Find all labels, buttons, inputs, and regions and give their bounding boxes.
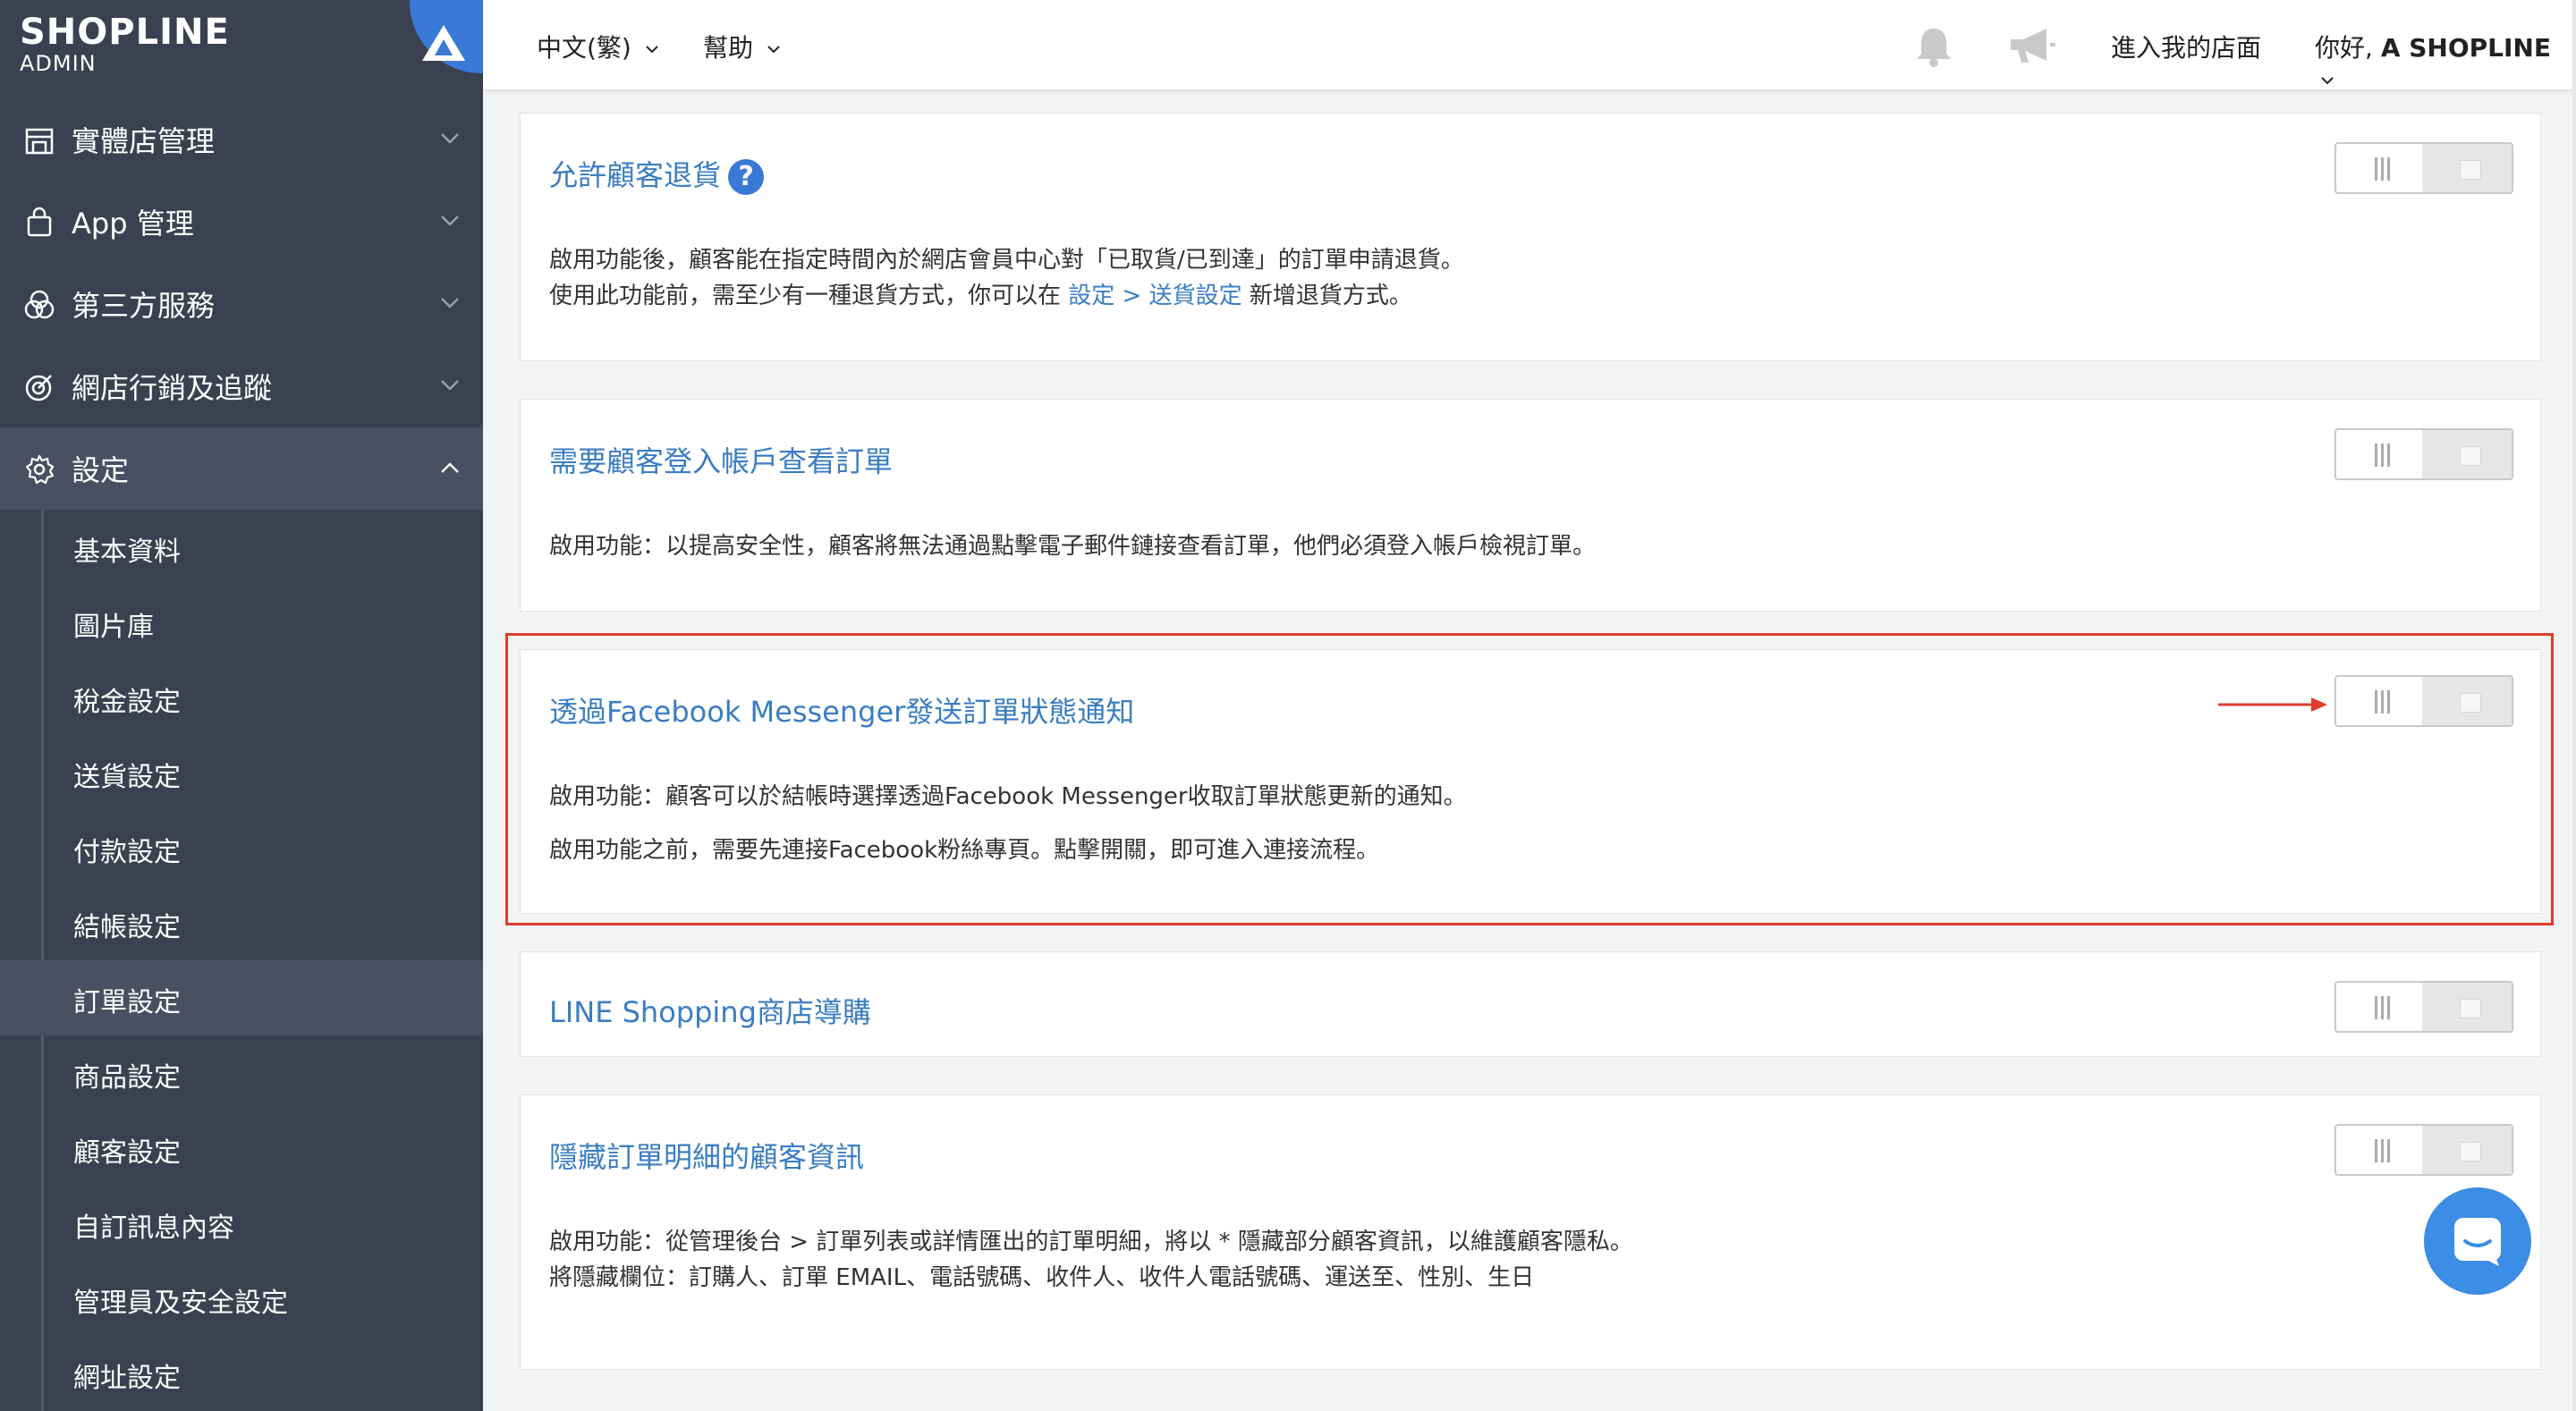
toggle-off-side <box>2422 430 2512 478</box>
arrow-right-icon <box>2218 697 2327 712</box>
sidebar-item-settings[interactable]: 設定 <box>0 427 483 510</box>
chat-icon <box>2454 1218 2501 1266</box>
settings-submenu: 基本資料 圖片庫 稅金設定 送貨設定 付款設定 結帳設定 訂單設定 商品設定 顧… <box>0 510 483 1411</box>
brand-badge-icon <box>410 0 483 73</box>
sub-item-custom-messages[interactable]: 自訂訊息內容 <box>0 1186 483 1261</box>
top-bar: 中文(繁) 幫助 進入我的店面 你好, A SHOPLINE <box>483 0 2576 90</box>
toggle-switch[interactable] <box>2334 1124 2513 1176</box>
sidebar-item-app-management[interactable]: App 管理 <box>0 181 483 263</box>
user-name: A SHOPLINE <box>2380 33 2551 63</box>
card-description-2: 使用此功能前，需至少有一種退貨方式，你可以在 設定 > 送貨設定 新增退貨方式。 <box>549 278 1412 314</box>
toggle-grip-icon <box>2375 157 2390 181</box>
help-menu[interactable]: 幫助 <box>703 29 781 64</box>
setting-card-allow-returns: 允許顧客退貨? 啟用功能後，顧客能在指定時間內於網店會員中心對「已取貨/已到達」… <box>520 113 2541 361</box>
enter-store-link[interactable]: 進入我的店面 <box>2111 29 2261 64</box>
setting-card-line-shopping: LINE Shopping商店導購 <box>520 951 2541 1057</box>
toggle-switch[interactable] <box>2334 428 2513 480</box>
chat-widget-button[interactable] <box>2424 1187 2531 1295</box>
sub-item-label: 管理員及安全設定 <box>73 1288 288 1319</box>
sidebar-item-label: App 管理 <box>72 207 194 241</box>
logo-text: SHOPLINE <box>20 12 230 53</box>
chevron-down-icon <box>2321 77 2334 85</box>
sub-item-label: 訂單設定 <box>73 987 181 1018</box>
sidebar-item-marketing[interactable]: 網店行銷及追蹤 <box>0 345 483 427</box>
sub-item-label: 商品設定 <box>73 1062 181 1094</box>
chevron-down-icon <box>441 215 459 226</box>
sub-item-label: 網址設定 <box>73 1363 181 1394</box>
setting-card-require-login: 需要顧客登入帳戶查看訂單 啟用功能：以提高安全性，顧客將無法通過點擊電子郵件鏈接… <box>520 399 2541 612</box>
sub-item-tax-settings[interactable]: 稅金設定 <box>0 660 483 735</box>
card-description-2: 將隱藏欄位：訂購人、訂單 EMAIL、電話號碼、收件人、收件人電話號碼、運送至、… <box>549 1264 1535 1291</box>
bell-icon[interactable] <box>1914 25 1953 68</box>
sidebar-item-label: 設定 <box>72 453 130 487</box>
sub-item-order-settings[interactable]: 訂單設定 <box>0 960 483 1035</box>
shopline-logo[interactable]: SHOPLINE ADMIN <box>20 13 230 75</box>
sub-item-label: 顧客設定 <box>73 1137 181 1169</box>
sub-item-media-library[interactable]: 圖片庫 <box>0 585 483 660</box>
toggle-grip-icon <box>2375 1139 2390 1162</box>
sidebar: SHOPLINE ADMIN 實體店管理 App 管理 第三方服務 網店行銷及追… <box>0 0 483 1411</box>
sub-item-label: 稅金設定 <box>73 687 181 718</box>
help-label: 幫助 <box>703 33 754 63</box>
sidebar-item-label: 實體店管理 <box>72 124 216 158</box>
sub-item-basic-info[interactable]: 基本資料 <box>0 510 483 585</box>
card-title-row: 允許顧客退貨? <box>549 153 765 195</box>
card-title: LINE Shopping商店導購 <box>549 995 871 1029</box>
sub-item-customer-settings[interactable]: 顧客設定 <box>0 1111 483 1186</box>
target-icon <box>25 375 52 401</box>
chevron-down-icon <box>441 298 459 308</box>
sub-item-label: 自訂訊息內容 <box>73 1212 234 1244</box>
toggle-switch[interactable] <box>2334 142 2513 194</box>
desc-text: 新增退貨方式。 <box>1249 283 1412 309</box>
sub-item-admin-security[interactable]: 管理員及安全設定 <box>0 1261 483 1336</box>
setting-card-hide-customer-info: 隱藏訂單明細的顧客資訊 啟用功能：從管理後台 > 訂單列表或詳情匯出的訂單明細，… <box>520 1094 2541 1370</box>
toggle-off-side <box>2422 1126 2512 1174</box>
megaphone-icon[interactable] <box>2007 25 2057 66</box>
toggle-off-side <box>2422 144 2512 192</box>
chevron-down-icon <box>646 46 658 54</box>
shopping-bag-icon <box>27 207 52 237</box>
sub-item-delivery-settings[interactable]: 送貨設定 <box>0 735 483 810</box>
chevron-down-icon <box>767 46 780 54</box>
language-label: 中文(繁) <box>537 33 631 63</box>
card-title: 允許顧客退貨 <box>549 158 722 192</box>
sub-item-checkout-settings[interactable]: 結帳設定 <box>0 885 483 960</box>
sub-item-label: 結帳設定 <box>73 912 181 943</box>
sub-item-label: 付款設定 <box>73 837 181 868</box>
sidebar-item-label: 第三方服務 <box>72 289 216 323</box>
card-description: 啟用功能後，顧客能在指定時間內於網店會員中心對「已取貨/已到達」的訂單申請退貨。 <box>549 247 1464 274</box>
card-title: 需要顧客登入帳戶查看訂單 <box>549 444 894 478</box>
sub-item-label: 圖片庫 <box>73 612 154 643</box>
sub-item-label: 基本資料 <box>73 537 181 568</box>
sidebar-item-store-management[interactable]: 實體店管理 <box>0 98 483 181</box>
sub-item-url-settings[interactable]: 網址設定 <box>0 1336 483 1411</box>
toggle-grip-icon <box>2375 444 2390 467</box>
toggle-switch[interactable] <box>2334 981 2513 1033</box>
venn-circles-icon <box>24 290 55 319</box>
logo-subtitle: ADMIN <box>20 51 97 76</box>
language-selector[interactable]: 中文(繁) <box>537 29 659 64</box>
gear-icon <box>25 454 55 485</box>
scrollbar-track[interactable] <box>2572 0 2576 1411</box>
highlight-box <box>505 633 2554 925</box>
chevron-up-icon <box>441 462 459 473</box>
desc-text: 使用此功能前，需至少有一種退貨方式，你可以在 <box>549 283 1062 309</box>
chevron-down-icon <box>441 380 459 391</box>
sub-item-label: 送貨設定 <box>73 762 181 793</box>
store-icon <box>25 128 54 155</box>
sidebar-item-third-party[interactable]: 第三方服務 <box>0 263 483 345</box>
toggle-grip-icon <box>2375 996 2390 1019</box>
sub-item-payment-settings[interactable]: 付款設定 <box>0 810 483 885</box>
card-title: 隱藏訂單明細的顧客資訊 <box>549 1140 865 1174</box>
user-menu[interactable]: 你好, A SHOPLINE <box>2315 29 2576 94</box>
delivery-settings-link[interactable]: 設定 > 送貨設定 <box>1068 283 1241 309</box>
card-description: 啟用功能：以提高安全性，顧客將無法通過點擊電子郵件鏈接查看訂單，他們必須登入帳戶… <box>549 533 1597 560</box>
help-question-icon[interactable]: ? <box>728 159 765 195</box>
greeting-text: 你好, <box>2315 33 2373 63</box>
sub-item-product-settings[interactable]: 商品設定 <box>0 1035 483 1111</box>
sidebar-item-label: 網店行銷及追蹤 <box>72 371 273 405</box>
chevron-down-icon <box>441 133 459 144</box>
toggle-off-side <box>2422 983 2512 1031</box>
card-description: 啟用功能：從管理後台 > 訂單列表或詳情匯出的訂單明細，將以 * 隱藏部分顧客資… <box>549 1229 1633 1255</box>
